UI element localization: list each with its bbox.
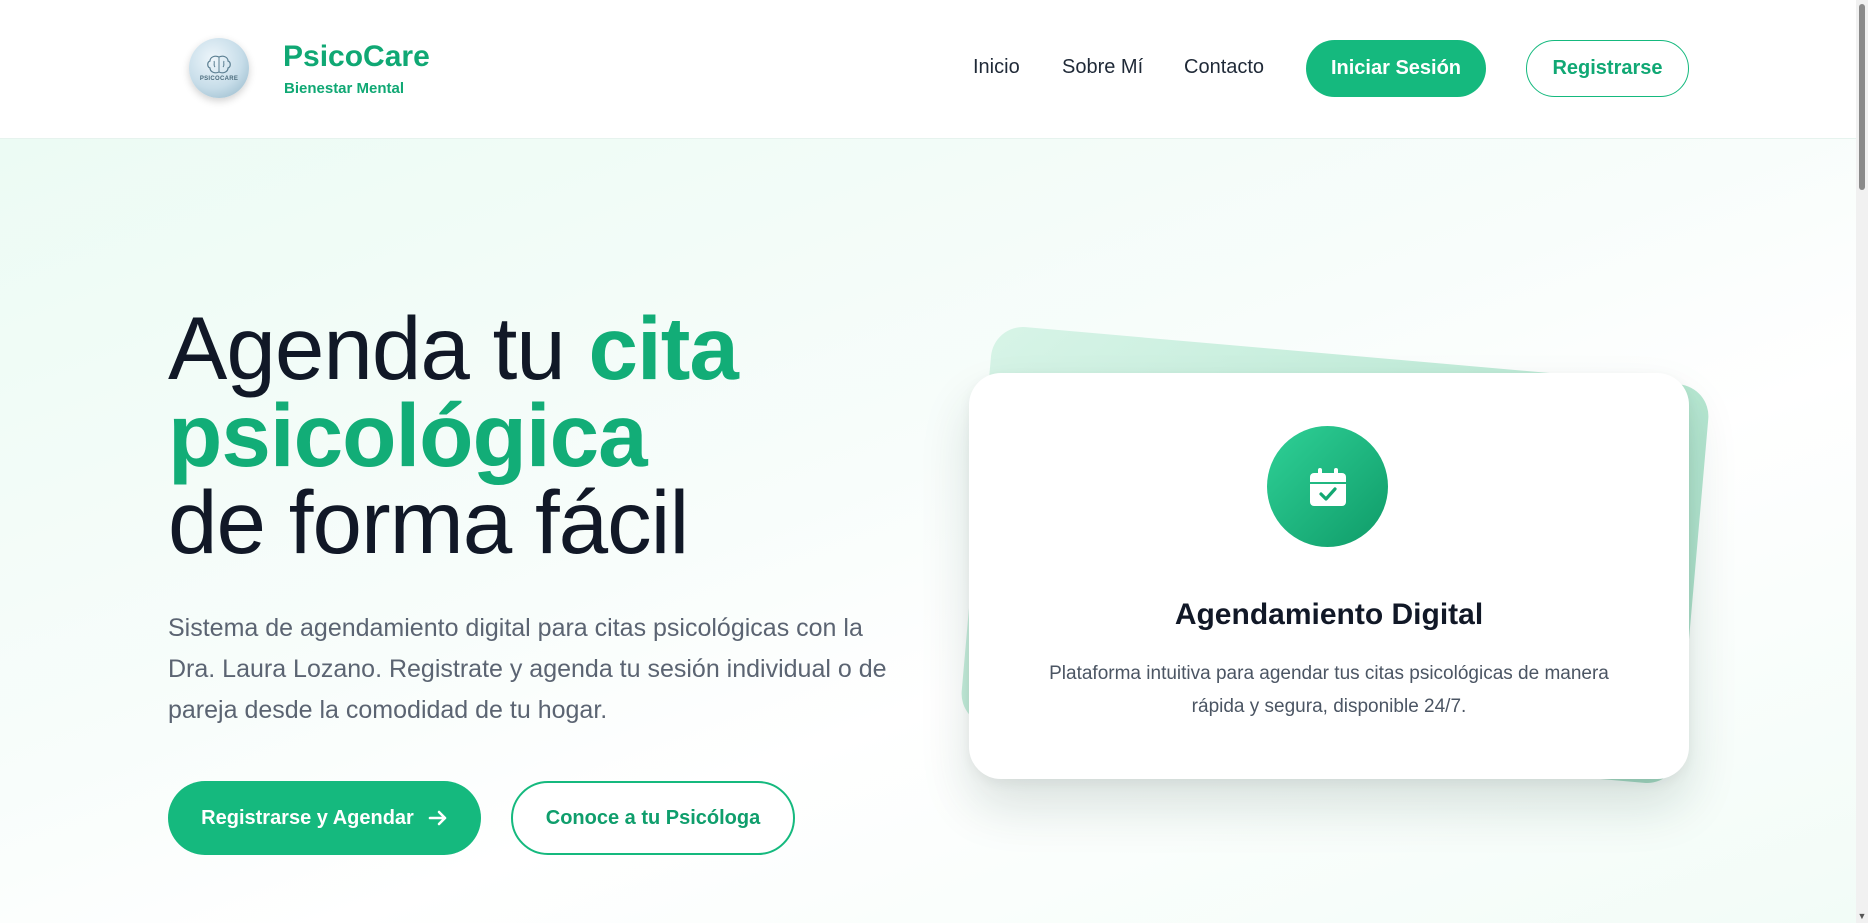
nav-link-contacto[interactable]: Contacto bbox=[1184, 56, 1264, 79]
login-button[interactable]: Iniciar Sesión bbox=[1306, 40, 1486, 97]
site-header: PSICOCARE PsicoCare Bienestar Mental Ini… bbox=[0, 0, 1856, 139]
register-and-schedule-label: Registrarse y Agendar bbox=[201, 806, 414, 829]
feature-card: Agendamiento Digital Plataforma intuitiv… bbox=[969, 373, 1689, 779]
register-and-schedule-button[interactable]: Registrarse y Agendar bbox=[168, 781, 481, 855]
hero-title-part3: de forma fácil bbox=[168, 472, 689, 572]
scroll-down-arrow-icon[interactable]: ▼ bbox=[1856, 911, 1868, 921]
page-scrollbar[interactable]: ▼ bbox=[1856, 0, 1868, 923]
hero-title: Agenda tu cita psicológica de forma fáci… bbox=[168, 304, 928, 567]
hero-description: Sistema de agendamiento digital para cit… bbox=[168, 614, 887, 724]
nav-link-inicio[interactable]: Inicio bbox=[973, 56, 1020, 79]
logo-text: PSICOCARE bbox=[199, 75, 239, 82]
brand-tagline: Bienestar Mental bbox=[284, 80, 405, 97]
brand-name[interactable]: PsicoCare bbox=[283, 40, 430, 74]
brain-icon bbox=[207, 55, 231, 73]
calendar-check-icon bbox=[1309, 467, 1346, 506]
meet-psychologist-button[interactable]: Conoce a tu Psicóloga bbox=[511, 781, 795, 855]
hero-title-part1: Agenda tu bbox=[168, 298, 589, 398]
card-title: Agendamiento Digital bbox=[1174, 598, 1484, 631]
card-icon-circle bbox=[1267, 426, 1388, 547]
card-description: Plataforma intuitiva para agendar tus ci… bbox=[1049, 663, 1609, 717]
brand-logo[interactable]: PSICOCARE bbox=[189, 38, 249, 98]
hero-title-accent1: cita bbox=[588, 298, 739, 398]
scrollbar-thumb[interactable] bbox=[1859, 4, 1865, 190]
register-button[interactable]: Registrarse bbox=[1526, 40, 1689, 97]
nav-link-sobre-mi[interactable]: Sobre Mí bbox=[1062, 56, 1143, 79]
hero-title-accent2: psicológica bbox=[168, 385, 648, 485]
arrow-right-icon bbox=[428, 810, 447, 826]
